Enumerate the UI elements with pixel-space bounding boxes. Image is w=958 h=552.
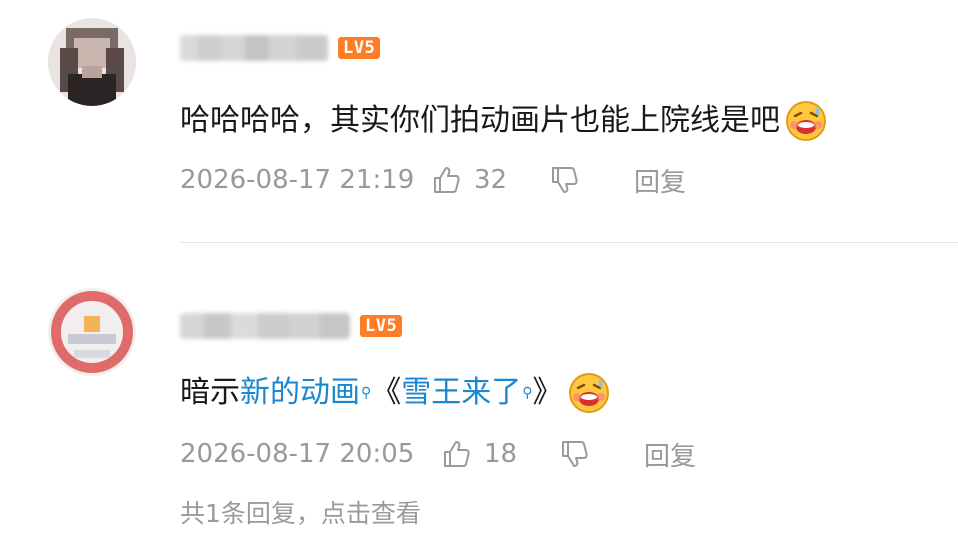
bracket-close: 》	[532, 375, 563, 410]
comment-meta: 2026-08-17 21:19 32 回复	[180, 160, 686, 200]
username-blurred[interactable]	[180, 35, 328, 61]
search-icon[interactable]: ⚲	[522, 368, 532, 418]
comment-text: 暗示 新的动画 ⚲ 《 雪王来了 ⚲ 》	[180, 368, 611, 418]
bracket-open: 《	[371, 375, 402, 410]
thumb-down-icon	[548, 164, 580, 196]
sweat-laugh-emoji-icon	[567, 371, 611, 415]
comment-prefix: 暗示	[180, 375, 240, 410]
search-icon[interactable]: ⚲	[361, 368, 371, 418]
thumb-up-icon	[430, 164, 462, 196]
reply-button[interactable]: 回复	[644, 436, 696, 473]
dislike-button[interactable]	[548, 164, 634, 196]
view-replies-link[interactable]: 共1条回复，点击查看	[180, 494, 421, 530]
thumb-down-icon	[558, 438, 590, 470]
avatar[interactable]	[48, 18, 136, 106]
like-button[interactable]: 32	[430, 164, 548, 196]
like-count: 18	[484, 439, 518, 469]
like-count: 32	[474, 165, 508, 195]
username-blurred[interactable]	[180, 313, 350, 339]
level-badge: LV5	[338, 37, 381, 59]
timestamp: 2026-08-17 21:19	[180, 165, 415, 195]
link-new-animation[interactable]: 新的动画	[240, 368, 360, 418]
comment-body: 哈哈哈哈，其实你们拍动画片也能上院线是吧	[180, 103, 780, 138]
dislike-button[interactable]	[558, 438, 644, 470]
reply-button[interactable]: 回复	[634, 162, 686, 199]
comment-meta: 2026-08-17 20:05 18 回复	[180, 434, 696, 474]
comment-item: LV5 暗示 新的动画 ⚲ 《 雪王来了 ⚲ 》 2026-08-17 20:0…	[0, 268, 958, 552]
divider	[180, 242, 958, 243]
thumb-up-icon	[440, 438, 472, 470]
avatar[interactable]	[48, 288, 136, 376]
sweat-laugh-emoji-icon	[784, 99, 828, 143]
comment-text: 哈哈哈哈，其实你们拍动画片也能上院线是吧	[180, 96, 828, 146]
comment-item: LV5 哈哈哈哈，其实你们拍动画片也能上院线是吧 2026-08-17 21:1…	[0, 0, 958, 268]
user-info: LV5	[180, 28, 381, 68]
user-info: LV5	[180, 306, 403, 346]
like-button[interactable]: 18	[440, 438, 558, 470]
timestamp: 2026-08-17 20:05	[180, 439, 415, 469]
level-badge: LV5	[360, 315, 403, 337]
link-snow-king[interactable]: 雪王来了	[401, 368, 521, 418]
